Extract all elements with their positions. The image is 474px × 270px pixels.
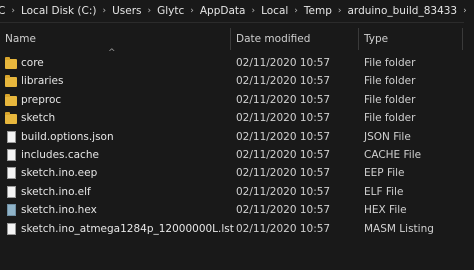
chevron-right-icon[interactable]: › bbox=[187, 6, 197, 16]
file-icon bbox=[7, 222, 16, 235]
address-bar[interactable]: C › Local Disk (C:) › Users › Glytc › Ap… bbox=[0, 0, 474, 23]
file-date: 02/11/2020 10:57 bbox=[236, 148, 331, 161]
breadcrumb-item[interactable]: Temp bbox=[301, 5, 335, 17]
file-name: sketch.ino.eep bbox=[21, 167, 98, 180]
file-type: MASM Listing bbox=[364, 222, 434, 235]
chevron-right-icon[interactable]: › bbox=[8, 6, 18, 16]
file-row-sketch-ino-hex[interactable]: sketch.ino.hex 02/11/2020 10:57 HEX File bbox=[0, 201, 474, 219]
folder-icon bbox=[5, 75, 17, 88]
file-date: 02/11/2020 10:57 bbox=[236, 204, 331, 217]
file-type: HEX File bbox=[364, 204, 407, 217]
file-icon bbox=[7, 130, 16, 143]
file-date: 02/11/2020 10:57 bbox=[236, 167, 331, 180]
vertical-scrollbar[interactable] bbox=[464, 22, 474, 270]
file-row-libraries[interactable]: libraries 02/11/2020 10:57 File folder bbox=[0, 72, 474, 90]
file-name: includes.cache bbox=[21, 148, 99, 161]
file-type: File folder bbox=[364, 75, 416, 88]
file-date: 02/11/2020 10:57 bbox=[236, 93, 331, 106]
breadcrumb-item[interactable]: Local Disk (C:) bbox=[18, 5, 100, 17]
file-row-sketch-ino-eep[interactable]: sketch.ino.eep 02/11/2020 10:57 EEP File bbox=[0, 164, 474, 182]
column-header-name[interactable]: Name bbox=[5, 28, 36, 50]
file-name: sketch bbox=[21, 112, 56, 125]
file-row-sketch-ino-lst[interactable]: sketch.ino_atmega1284p_12000000L.lst 02/… bbox=[0, 220, 474, 238]
chevron-right-icon[interactable]: › bbox=[335, 6, 345, 16]
chevron-right-icon[interactable]: › bbox=[144, 6, 154, 16]
folder-icon bbox=[5, 93, 17, 106]
file-type: JSON File bbox=[364, 130, 411, 143]
file-row-sketch-ino-elf[interactable]: sketch.ino.elf 02/11/2020 10:57 ELF File bbox=[0, 183, 474, 201]
column-header-type[interactable]: Type bbox=[364, 28, 388, 50]
file-name: libraries bbox=[21, 75, 64, 88]
column-divider[interactable] bbox=[462, 28, 463, 50]
chevron-right-icon[interactable]: › bbox=[291, 6, 301, 16]
chevron-right-icon[interactable]: › bbox=[99, 6, 109, 16]
folder-icon bbox=[5, 57, 17, 69]
breadcrumb-item[interactable]: C bbox=[0, 5, 8, 17]
hex-file-icon bbox=[7, 204, 16, 217]
breadcrumb-item[interactable]: AppData bbox=[197, 5, 249, 17]
file-icon bbox=[7, 185, 16, 198]
file-name: build.options.json bbox=[21, 130, 114, 143]
file-row-core[interactable]: core 02/11/2020 10:57 File folder bbox=[0, 54, 474, 72]
file-row-build-options-json[interactable]: build.options.json 02/11/2020 10:57 JSON… bbox=[0, 128, 474, 146]
file-name: preproc bbox=[21, 93, 62, 106]
file-type: File folder bbox=[364, 57, 416, 69]
file-name: sketch.ino.elf bbox=[21, 185, 91, 198]
chevron-right-icon[interactable]: › bbox=[460, 6, 470, 16]
column-header-date-modified[interactable]: Date modified bbox=[236, 28, 310, 50]
file-row-includes-cache[interactable]: includes.cache 02/11/2020 10:57 CACHE Fi… bbox=[0, 146, 474, 164]
file-row-sketch[interactable]: sketch 02/11/2020 10:57 File folder bbox=[0, 109, 474, 127]
breadcrumb-item[interactable]: Local bbox=[258, 5, 291, 17]
file-name: sketch.ino.hex bbox=[21, 204, 97, 217]
file-icon bbox=[7, 167, 16, 180]
folder-icon bbox=[5, 112, 17, 125]
file-date: 02/11/2020 10:57 bbox=[236, 130, 331, 143]
file-row-preproc[interactable]: preproc 02/11/2020 10:57 File folder bbox=[0, 91, 474, 109]
breadcrumb-item[interactable]: Glytc bbox=[154, 5, 187, 17]
chevron-right-icon[interactable]: › bbox=[248, 6, 258, 16]
file-date: 02/11/2020 10:57 bbox=[236, 185, 331, 198]
file-type: CACHE File bbox=[364, 148, 422, 161]
file-date: 02/11/2020 10:57 bbox=[236, 57, 331, 69]
file-name: core bbox=[21, 57, 44, 69]
file-date: 02/11/2020 10:57 bbox=[236, 222, 331, 235]
file-type: ELF File bbox=[364, 185, 404, 198]
file-name: sketch.ino_atmega1284p_12000000L.lst bbox=[21, 222, 234, 235]
file-date: 02/11/2020 10:57 bbox=[236, 75, 331, 88]
file-list: core 02/11/2020 10:57 File folder librar… bbox=[0, 54, 474, 238]
file-type: File folder bbox=[364, 93, 416, 106]
file-type: EEP File bbox=[364, 167, 405, 180]
breadcrumb-item[interactable]: Users bbox=[109, 5, 144, 17]
file-icon bbox=[7, 148, 16, 161]
file-date: 02/11/2020 10:57 bbox=[236, 112, 331, 125]
breadcrumb-item[interactable]: arduino_build_83433 bbox=[345, 5, 461, 17]
column-header-row: Name ^ Date modified Type bbox=[0, 28, 474, 58]
column-divider[interactable] bbox=[358, 28, 359, 50]
file-type: File folder bbox=[364, 112, 416, 125]
column-divider[interactable] bbox=[230, 28, 231, 50]
